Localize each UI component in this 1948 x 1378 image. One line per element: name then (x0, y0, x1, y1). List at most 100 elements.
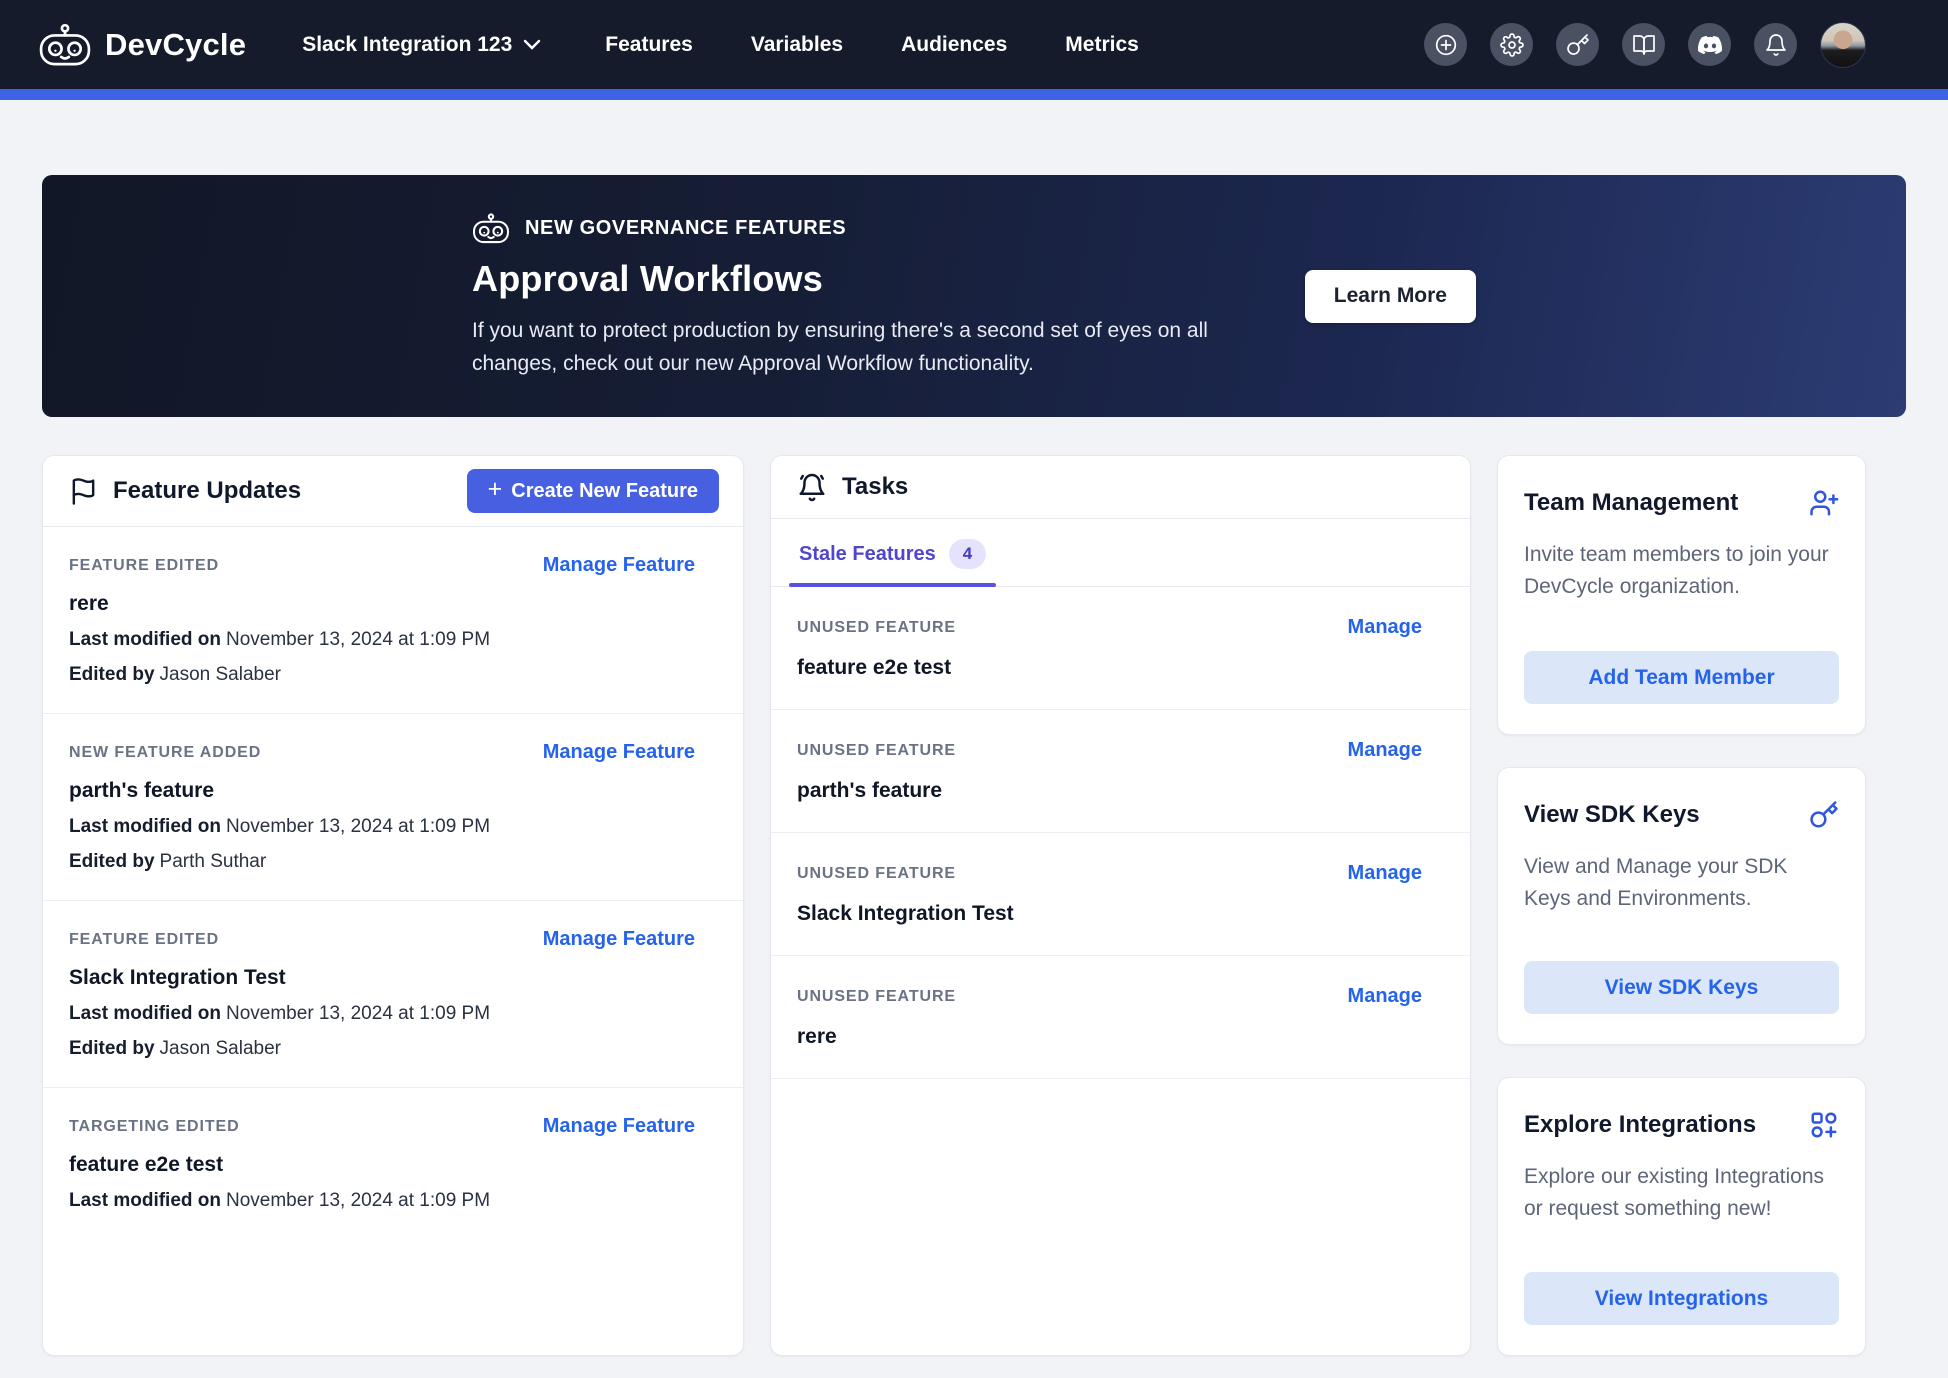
edited-by-line: Edited byParth Suthar (69, 851, 695, 873)
sdk-keys-button[interactable] (1556, 23, 1599, 66)
tasks-tab-row: Stale Features 4 (771, 519, 1470, 587)
task-feature-name: rere (797, 1025, 1422, 1049)
top-navbar: DevCycle Slack Integration 123 Features … (0, 0, 1948, 89)
feature-name: feature e2e test (69, 1153, 695, 1177)
learn-more-button[interactable]: Learn More (1305, 270, 1476, 323)
task-feature-name: Slack Integration Test (797, 902, 1422, 926)
integrations-card: Explore Integrations Explore our existin… (1497, 1077, 1866, 1356)
hero-eyebrow: NEW GOVERNANCE FEATURES (525, 217, 846, 240)
task-feature-name: parth's feature (797, 779, 1422, 803)
tasks-list: UNUSED FEATURE Manage feature e2e test U… (771, 587, 1470, 1079)
flag-icon (69, 476, 98, 507)
task-row: UNUSED FEATURE Manage Slack Integration … (771, 833, 1470, 956)
update-type-label: NEW FEATURE ADDED (69, 744, 261, 762)
stale-count-badge: 4 (949, 539, 986, 569)
create-new-feature-button[interactable]: Create New Feature (467, 469, 719, 513)
task-type-label: UNUSED FEATURE (797, 865, 956, 883)
hero-text-block: NEW GOVERNANCE FEATURES Approval Workflo… (472, 212, 1262, 380)
key-icon (1566, 33, 1590, 57)
feature-update-row: FEATURE EDITED Manage Feature rere Last … (43, 527, 743, 714)
manage-link[interactable]: Manage (1348, 739, 1422, 762)
project-selector[interactable]: Slack Integration 123 (302, 33, 541, 57)
view-sdk-keys-button[interactable]: View SDK Keys (1524, 961, 1839, 1014)
task-type-label: UNUSED FEATURE (797, 742, 956, 760)
sdk-keys-description: View and Manage your SDK Keys and Enviro… (1524, 851, 1839, 914)
add-team-member-button[interactable]: Add Team Member (1524, 651, 1839, 704)
nav-item-metrics[interactable]: Metrics (1065, 33, 1139, 57)
nav-item-features[interactable]: Features (605, 33, 693, 57)
manage-feature-link[interactable]: Manage Feature (543, 554, 695, 577)
main-nav: Features Variables Audiences Metrics (605, 33, 1139, 57)
devcycle-logo[interactable]: DevCycle (38, 23, 246, 67)
last-modified-line: Last modified onNovember 13, 2024 at 1:0… (69, 629, 695, 651)
feature-name: parth's feature (69, 779, 695, 803)
discord-button[interactable] (1688, 23, 1731, 66)
integrations-description: Explore our existing Integrations or req… (1524, 1161, 1839, 1224)
chevron-down-icon (523, 39, 541, 50)
bell-icon (1764, 33, 1788, 57)
feature-update-row: FEATURE EDITED Manage Feature Slack Inte… (43, 901, 743, 1088)
manage-link[interactable]: Manage (1348, 985, 1422, 1008)
team-management-title: Team Management (1524, 489, 1738, 517)
robot-hero-icon (472, 212, 510, 245)
view-integrations-button[interactable]: View Integrations (1524, 1272, 1839, 1325)
task-row: UNUSED FEATURE Manage rere (771, 956, 1470, 1079)
last-modified-line: Last modified onNovember 13, 2024 at 1:0… (69, 816, 695, 838)
key-icon (1809, 800, 1839, 830)
accent-bar (0, 89, 1948, 100)
nav-item-variables[interactable]: Variables (751, 33, 843, 57)
brand-name: DevCycle (105, 27, 246, 63)
notifications-button[interactable] (1754, 23, 1797, 66)
task-feature-name: feature e2e test (797, 656, 1422, 680)
feature-update-row: NEW FEATURE ADDED Manage Feature parth's… (43, 714, 743, 901)
edited-by-line: Edited byJason Salaber (69, 1038, 695, 1060)
feature-update-row: TARGETING EDITED Manage Feature feature … (43, 1088, 743, 1239)
task-type-label: UNUSED FEATURE (797, 619, 956, 637)
grid-plus-icon (1809, 1110, 1839, 1140)
feature-name: Slack Integration Test (69, 966, 695, 990)
sdk-keys-card: View SDK Keys View and Manage your SDK K… (1497, 767, 1866, 1045)
manage-link[interactable]: Manage (1348, 616, 1422, 639)
integrations-title: Explore Integrations (1524, 1111, 1756, 1139)
feature-updates-title-row: Feature Updates (69, 476, 301, 507)
manage-feature-link[interactable]: Manage Feature (543, 928, 695, 951)
edited-by-line: Edited byJason Salaber (69, 664, 695, 686)
manage-feature-link[interactable]: Manage Feature (543, 1115, 695, 1138)
update-type-label: FEATURE EDITED (69, 931, 219, 949)
manage-link[interactable]: Manage (1348, 862, 1422, 885)
feature-updates-list: FEATURE EDITED Manage Feature rere Last … (43, 527, 743, 1239)
tab-stale-features[interactable]: Stale Features 4 (789, 539, 996, 586)
update-type-label: FEATURE EDITED (69, 557, 219, 575)
hero-description: If you want to protect production by ens… (472, 315, 1262, 380)
docs-button[interactable] (1622, 23, 1665, 66)
user-avatar[interactable] (1820, 22, 1866, 68)
feature-name: rere (69, 592, 695, 616)
task-row: UNUSED FEATURE Manage feature e2e test (771, 587, 1470, 710)
plus-icon (488, 478, 503, 504)
hero-title: Approval Workflows (472, 258, 1262, 300)
discord-icon (1698, 33, 1722, 57)
team-management-card: Team Management Invite team members to j… (1497, 455, 1866, 735)
sdk-keys-title: View SDK Keys (1524, 801, 1700, 829)
book-open-icon (1632, 33, 1656, 57)
gear-icon (1500, 33, 1524, 57)
tasks-card: Tasks Stale Features 4 UNUSED FEATURE Ma… (770, 455, 1471, 1356)
manage-feature-link[interactable]: Manage Feature (543, 741, 695, 764)
update-type-label: TARGETING EDITED (69, 1118, 240, 1136)
last-modified-line: Last modified onNovember 13, 2024 at 1:0… (69, 1003, 695, 1025)
nav-item-audiences[interactable]: Audiences (901, 33, 1007, 57)
team-management-description: Invite team members to join your DevCycl… (1524, 539, 1839, 602)
feature-updates-card: Feature Updates Create New Feature FEATU… (42, 455, 744, 1356)
project-selector-label: Slack Integration 123 (302, 33, 512, 57)
dashboard-grid: Feature Updates Create New Feature FEATU… (42, 455, 1866, 1356)
settings-button[interactable] (1490, 23, 1533, 66)
hero-banner: NEW GOVERNANCE FEATURES Approval Workflo… (42, 175, 1906, 417)
plus-circle-icon (1434, 33, 1458, 57)
task-row: UNUSED FEATURE Manage parth's feature (771, 710, 1470, 833)
bell-ring-icon (797, 472, 827, 503)
tasks-title-row: Tasks (797, 472, 908, 503)
navbar-actions (1424, 22, 1866, 68)
last-modified-line: Last modified onNovember 13, 2024 at 1:0… (69, 1190, 695, 1212)
create-button[interactable] (1424, 23, 1467, 66)
task-type-label: UNUSED FEATURE (797, 988, 956, 1006)
